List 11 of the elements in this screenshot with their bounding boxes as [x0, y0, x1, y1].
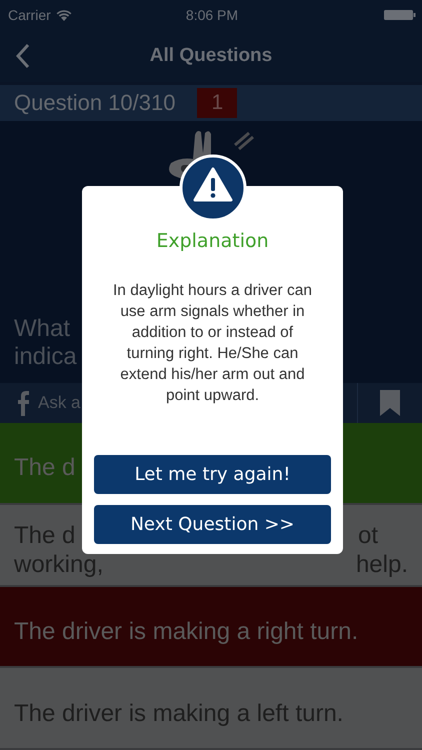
screen-title: All Questions: [148, 45, 274, 67]
explanation-text: In daylight hours a driver can use arm signals whether in addition to or instead of turning right. He/She can extend his/her arm out and point upward.: [112, 281, 314, 406]
question-text: indica: [14, 343, 77, 371]
answer-text: The d: [14, 453, 76, 482]
clock-time: 8:06 PM: [186, 7, 238, 23]
carrier-name: Carrier: [8, 7, 51, 23]
question-counter: Question 10/310: [14, 90, 176, 116]
dialog-title: Explanation: [156, 230, 269, 252]
answer-text: The driver is making a right turn.: [14, 616, 358, 646]
mistake-badge: 1: [197, 88, 238, 118]
question-text: What: [14, 315, 70, 343]
